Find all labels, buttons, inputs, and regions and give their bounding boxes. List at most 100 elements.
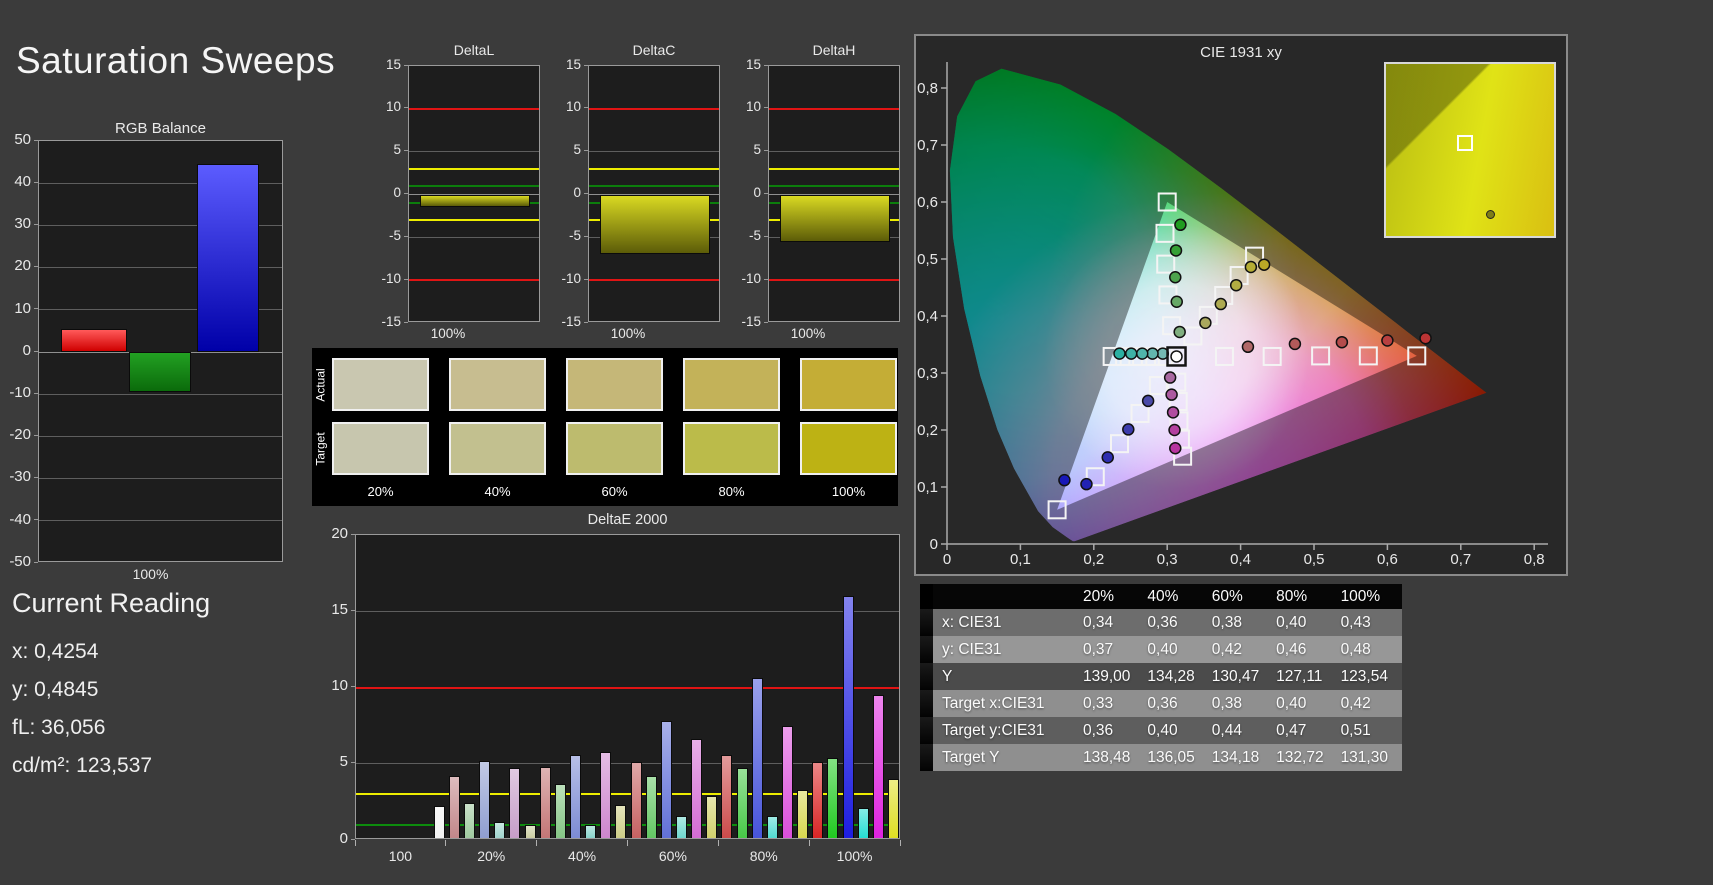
y-tick-label: 10 <box>745 99 761 115</box>
row-strip <box>920 717 933 744</box>
cie-y-tick-label: 0,3 <box>917 365 938 382</box>
row-value: 0,40 <box>1273 690 1338 717</box>
cie-measured-point-cyan <box>1135 347 1149 360</box>
y-tick-mark <box>34 561 38 563</box>
reference-line <box>769 107 899 110</box>
row-value: 0,42 <box>1208 636 1274 663</box>
table-row: y: CIE31 0,37 0,40 0,42 0,46 0,48 <box>920 636 1402 663</box>
row-value: 138,48 <box>1080 744 1145 771</box>
x-group-label: 60% <box>658 848 687 864</box>
cie-x-tick-label: 0,8 <box>1524 551 1545 568</box>
y-tick-label: 5 <box>573 142 581 158</box>
y-tick-mark <box>351 762 355 764</box>
y-tick-mark <box>34 181 38 183</box>
cie-measured-point-magenta <box>1169 441 1182 455</box>
reference-line <box>769 167 899 170</box>
current-reading-block: Current Reading x: 0,4254 y: 0,4845 fL: 36… <box>12 588 297 785</box>
row-value: 0,40 <box>1144 717 1209 744</box>
swatch-actual-20% <box>332 358 429 411</box>
delta-bar <box>599 194 711 255</box>
cie-measured-point-red <box>1288 337 1302 351</box>
y-tick-mark <box>584 107 588 109</box>
cie-measured-point-blue <box>1122 423 1135 436</box>
swatch-actual-60% <box>566 358 663 411</box>
cie-x-tick-label: 0,1 <box>1010 551 1031 568</box>
y-tick-label: 10 <box>14 299 31 317</box>
cie-y-tick-label: 0,5 <box>917 251 938 268</box>
y-tick-label: 5 <box>753 142 761 158</box>
row-value: 0,33 <box>1080 690 1145 717</box>
deltae-bar-cyan <box>494 821 506 838</box>
y-tick-mark <box>584 321 588 323</box>
swatch-col-label: 60% <box>601 484 628 499</box>
deltae-bar-green <box>554 783 566 838</box>
rgb-bar-blue <box>197 164 259 352</box>
deltae-bar-yellow <box>615 804 627 838</box>
cie-measured-point-blue <box>1080 477 1093 491</box>
y-tick-label: 5 <box>339 753 348 771</box>
deltae-bar-cyan <box>766 815 778 838</box>
swatch-actual-80% <box>683 358 780 411</box>
swatch-target-20% <box>332 422 429 475</box>
cie-measured-point-red <box>1381 334 1394 347</box>
cie-measured-point-yellow <box>1214 297 1228 311</box>
saturation-sweeps-page: Saturation Sweeps RGB Balance 100% 50 40 3… <box>0 0 1713 885</box>
cie-measured-point-yellow <box>1229 278 1243 292</box>
x-group-tick <box>354 840 356 846</box>
reference-line <box>409 184 539 187</box>
y-tick-label: 0 <box>573 185 581 201</box>
y-tick-mark <box>34 266 38 268</box>
y-tick-mark <box>584 193 588 194</box>
cie-measured-point-blue <box>1058 473 1071 487</box>
y-tick-label: 0 <box>393 185 401 201</box>
row-value: 136,05 <box>1144 744 1209 771</box>
swatch-row-label: Target <box>312 422 330 475</box>
table-row: x: CIE31 0,34 0,36 0,38 0,40 0,43 <box>920 609 1402 636</box>
cie-inset-target-square <box>1457 135 1473 151</box>
cie-y-tick-label: 0,8 <box>917 80 938 97</box>
current-reading-title: Current Reading <box>12 588 211 618</box>
y-tick-mark <box>764 64 768 66</box>
y-tick-mark <box>404 278 408 280</box>
delta-bar <box>419 194 531 208</box>
gridline <box>39 435 282 437</box>
row-value: 0,51 <box>1337 717 1402 744</box>
deltae-bar-blue <box>570 754 581 838</box>
row-value: 0,38 <box>1208 690 1274 717</box>
table-label-col-header <box>933 584 1080 609</box>
y-tick-mark <box>34 519 38 521</box>
gridline <box>356 610 899 612</box>
y-tick-label: -5 <box>748 227 761 243</box>
row-strip <box>920 636 933 663</box>
page-title: Saturation Sweeps <box>16 40 336 81</box>
y-tick-label: -5 <box>568 227 581 243</box>
table-row: Target x:CIE31 0,33 0,36 0,38 0,40 0,42 <box>920 690 1402 717</box>
cie-measured-point-magenta <box>1163 371 1177 384</box>
y-tick-label: 40 <box>14 172 31 190</box>
cie-measured-point-yellow <box>1244 260 1258 274</box>
reference-line <box>356 686 899 689</box>
reading-cdm: cd/m²: 123,537 <box>12 754 153 777</box>
cie-x-tick-label: 0,7 <box>1450 551 1471 568</box>
cie-x-tick-label: 0 <box>943 551 951 568</box>
cie-zoom-inset <box>1384 62 1556 238</box>
deltae-bar-blue <box>479 760 491 838</box>
delta-c-chart: DeltaC 100% 15 10 5 0 -5 -10 -15 <box>528 40 728 352</box>
y-tick-mark <box>764 321 768 323</box>
deltae-bar-magenta <box>781 725 793 838</box>
row-value: 127,11 <box>1273 663 1338 690</box>
cie-measured-point-magenta <box>1165 388 1178 401</box>
row-label: Target Y <box>933 744 1080 771</box>
x-group-label: 80% <box>749 848 778 864</box>
gridline <box>39 393 282 395</box>
cie-measured-point-cyan <box>1124 347 1138 360</box>
deltae-bar-red <box>630 762 642 838</box>
reference-line <box>409 167 539 170</box>
deltae-bar-blue <box>842 596 854 838</box>
row-value: 0,36 <box>1144 609 1209 636</box>
row-value: 0,34 <box>1080 609 1145 636</box>
y-tick-mark <box>351 609 355 611</box>
reading-fL: fL: 36,056 <box>12 716 106 739</box>
delta-c-title: DeltaC <box>632 42 676 58</box>
deltae-bar-cyan <box>675 815 687 838</box>
